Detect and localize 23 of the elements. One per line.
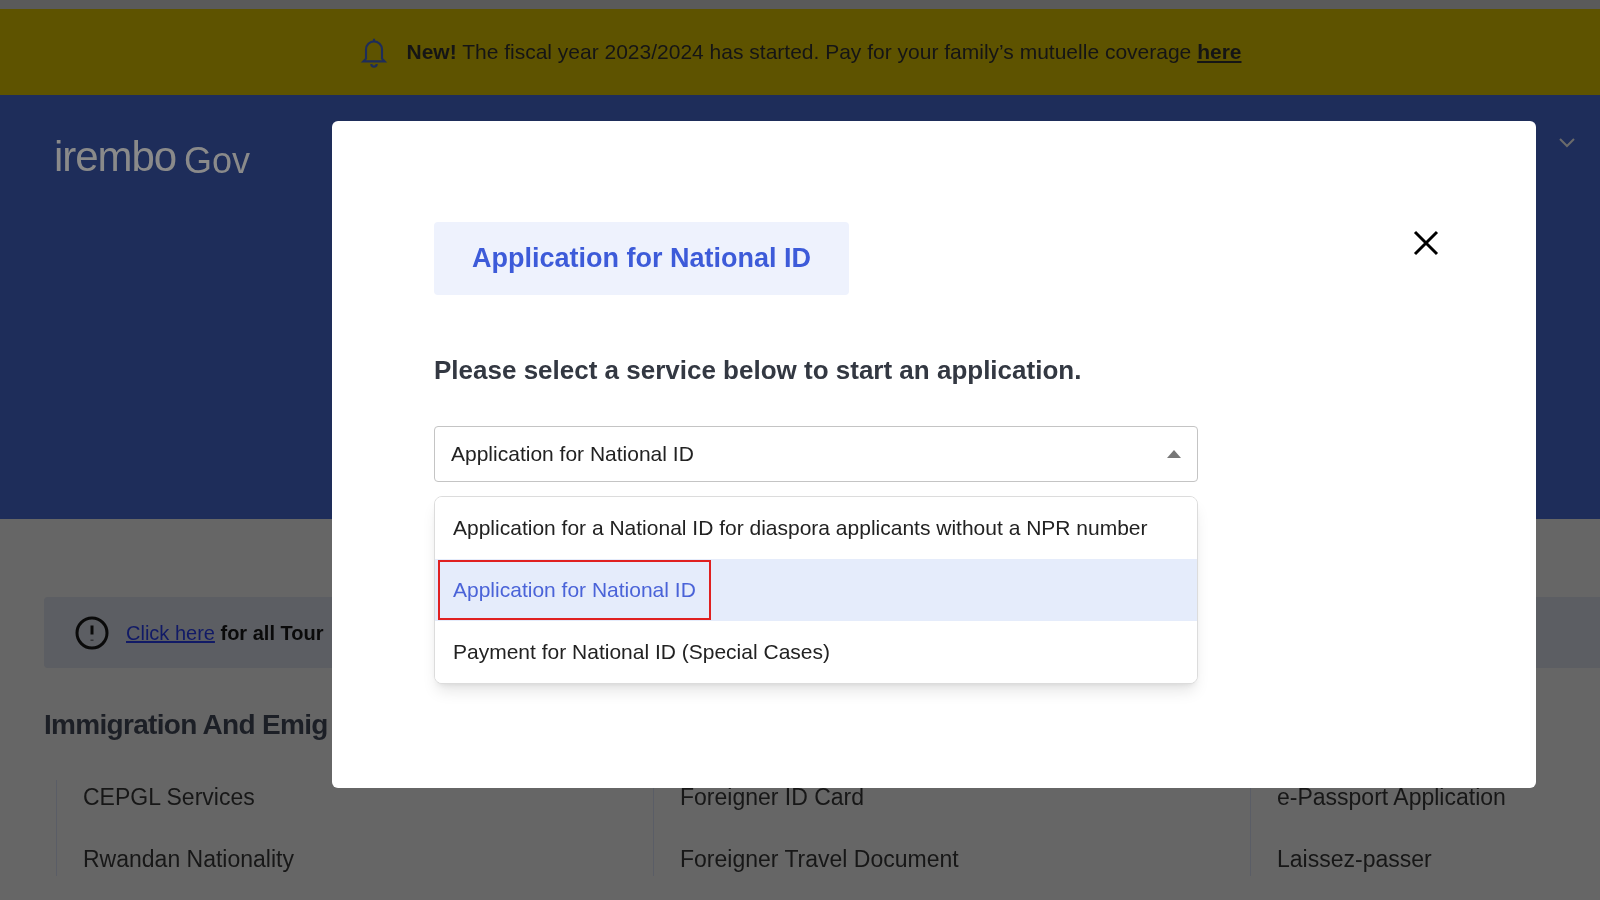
dropdown-option[interactable]: Payment for National ID (Special Cases) <box>435 621 1197 683</box>
dropdown-option[interactable]: Application for a National ID for diaspora applicants without a NPR number <box>435 497 1197 559</box>
option-label: Payment for National ID (Special Cases) <box>452 639 831 666</box>
service-link[interactable]: Laissez-passer <box>1277 841 1600 876</box>
logo[interactable]: irembo <box>54 125 177 188</box>
logo-suffix: Gov <box>184 139 251 183</box>
caret-icon <box>1167 450 1181 458</box>
section-title: Immigration And Emig <box>44 708 329 742</box>
notice-text: for all Tour <box>220 621 324 644</box>
modal-prompt: Please select a service below to start an application. <box>434 354 1083 387</box>
click-here-link[interactable]: Click here <box>126 621 215 644</box>
modal-title: Application for National ID <box>434 222 849 295</box>
chevron-down-icon[interactable] <box>1558 137 1576 149</box>
banner-link[interactable]: here <box>1197 40 1242 64</box>
option-label: Application for National ID <box>438 560 711 620</box>
banner-text: New! The fiscal year 2023/2024 has started. Pay for your family’s mutuelle coverage <box>406 40 1192 64</box>
service-select[interactable]: Application for National ID <box>434 426 1198 482</box>
option-label: Application for a National ID for diaspora applicants without a NPR number <box>452 515 1149 542</box>
alert-icon <box>74 614 110 651</box>
service-link[interactable]: Foreigner Travel Document <box>680 841 1250 876</box>
close-icon <box>1413 230 1439 256</box>
dropdown-option[interactable]: Application for National ID <box>435 559 1197 621</box>
service-link[interactable]: Rwandan Nationality <box>83 841 653 876</box>
